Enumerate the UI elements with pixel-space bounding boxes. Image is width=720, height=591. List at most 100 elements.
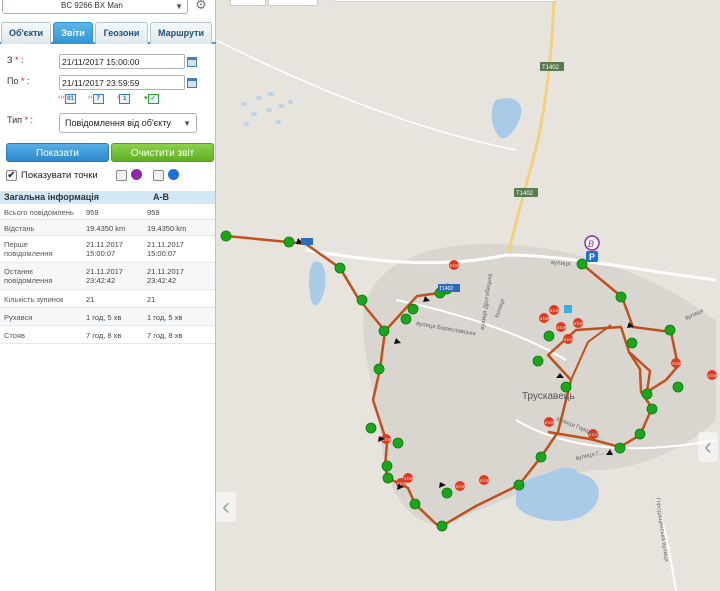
type-label-wrap: Тип * : (7, 115, 34, 125)
map-control[interactable] (230, 0, 266, 6)
quick-range-week-icon: 7 (92, 94, 104, 104)
table-row: Останнє повідомлення 21.11.2017 23:42:42… (0, 263, 215, 290)
gear-icon[interactable]: ⚙ (193, 0, 209, 13)
row-ab: 21 (147, 295, 156, 304)
stop-text: STOP (540, 317, 550, 321)
row-label: Рухався (4, 313, 33, 322)
clear-report-button[interactable]: Очистити звіт (111, 143, 214, 162)
from-date-input[interactable] (59, 54, 185, 69)
chevron-down-icon: ▼ (175, 2, 183, 11)
stop-text: STOP (672, 362, 682, 366)
row-label: Кількість зупинок (4, 295, 64, 304)
row-label: Останнє повідомлення (4, 267, 53, 285)
table-row: Відстань 19.4350 km 19.4350 km (0, 220, 215, 236)
map-canvas: STOP STOP STOP STOP STOP STOP STOP STOP … (216, 0, 718, 591)
table-row: Перше повідомлення 21.11.2017 15:00:07 2… (0, 236, 215, 263)
quick-range-day[interactable]: ‹ 1 (117, 94, 131, 106)
tab-routes[interactable]: Маршрути (150, 22, 212, 44)
row-value: 21.11.2017 23:42:42 (86, 267, 123, 285)
color-a-checkbox[interactable] (116, 170, 127, 181)
summary-header: Загальна інформація A-B (0, 191, 215, 204)
road-label: T1402 (516, 191, 534, 197)
road-label: T1402 (439, 286, 453, 292)
street (216, 39, 517, 151)
vehicle-value: BC 9266 BX Man (61, 1, 123, 10)
small-ponds (241, 92, 293, 126)
tab-objects[interactable]: Об'єкти (1, 22, 51, 44)
chevron-down-icon: ▼ (183, 119, 191, 128)
row-ab: 21.11.2017 15:00:07 (147, 240, 184, 258)
color-b-dot[interactable] (168, 169, 179, 180)
quick-range-today[interactable]: ‹‹‹ 01 (58, 94, 76, 106)
summary-header-ab: A-B (153, 192, 169, 202)
table-row: Рухався 1 год, 5 хв 1 год, 5 хв (0, 308, 215, 326)
row-ab: 21.11.2017 23:42:42 (147, 267, 184, 285)
row-label: Всього повідомлень (4, 208, 74, 217)
summary-rows: Всього повідомлень 959 959 Відстань 19.4… (0, 204, 215, 344)
report-panel: BC 9266 BX Man ▼ ⚙ Об'єкти Звіти Геозони… (0, 0, 216, 591)
stop-marker: STOP (707, 370, 718, 380)
row-value: 7 год, 8 хв (86, 331, 122, 340)
street-label: Городищенська вулиця (654, 497, 669, 562)
row-ab: 959 (147, 208, 160, 217)
row-label: Перше повідомлення (4, 240, 53, 258)
report-type-value: Повідомлення від об'єкту (65, 118, 172, 128)
to-label-wrap: По * : (7, 76, 30, 86)
row-ab: 19.4350 km (147, 224, 187, 233)
pond (309, 261, 326, 306)
row-value: 19.4350 km (86, 224, 126, 233)
stop-text: STOP (708, 374, 718, 378)
marker-b-text: B (588, 239, 594, 249)
chevron-left-icon[interactable]: ‹ (698, 432, 718, 462)
map-view[interactable]: STOP STOP STOP STOP STOP STOP STOP STOP … (216, 0, 720, 591)
poi-icon (564, 305, 572, 313)
from-label-wrap: З * : (7, 55, 24, 65)
map-control[interactable] (268, 0, 318, 6)
show-button[interactable]: Показати (6, 143, 109, 162)
vehicle-select[interactable]: BC 9266 BX Man ▼ (2, 0, 188, 14)
row-value: 959 (86, 208, 99, 217)
show-points-checkbox[interactable]: ✔ (6, 170, 17, 181)
stop-text: STOP (450, 264, 460, 268)
stop-text: STOP (456, 485, 466, 489)
stop-text: STOP (404, 477, 414, 481)
row-value: 21.11.2017 15:00:07 (86, 240, 123, 258)
to-date-input[interactable] (59, 75, 185, 90)
quick-range-confirm[interactable]: ▾ ✓ (144, 94, 159, 106)
summary-header-title: Загальна інформація (4, 192, 99, 202)
row-label: Стояв (4, 331, 25, 340)
row-ab: 1 год, 5 хв (147, 313, 183, 322)
to-label: По (7, 76, 19, 86)
report-type-select[interactable]: Повідомлення від об'єкту ▼ (59, 113, 197, 133)
row-ab: 7 год, 8 хв (147, 331, 183, 340)
table-row: Кількість зупинок 21 21 (0, 290, 215, 308)
tab-geozones[interactable]: Геозони (95, 22, 148, 44)
summary-table: Загальна інформація A-B Всього повідомле… (0, 191, 215, 344)
city-label: Трускавець (522, 391, 575, 402)
row-value: 1 год, 5 хв (86, 313, 122, 322)
check-icon: ✓ (147, 94, 159, 104)
end-marker: B P (584, 235, 600, 262)
calendar-icon[interactable] (187, 78, 197, 88)
tab-bar: Об'єкти Звіти Геозони Маршрути (0, 22, 216, 44)
quick-range-today-icon: 01 (65, 94, 76, 104)
color-b-checkbox[interactable] (153, 170, 164, 181)
type-label: Тип (7, 115, 23, 125)
row-value: 21 (86, 295, 95, 304)
stop-text: STOP (564, 338, 574, 342)
stop-text: STOP (550, 309, 560, 313)
calendar-icon[interactable] (187, 57, 197, 67)
road-label: T1402 (542, 65, 560, 71)
stop-text: STOP (557, 326, 567, 330)
from-label: З (7, 55, 13, 65)
stop-text: STOP (574, 322, 584, 326)
chevron-left-icon[interactable]: ‹ (216, 492, 236, 522)
map-search-bar[interactable] (334, 0, 556, 2)
quick-range-week[interactable]: ‹‹ 7 (88, 94, 104, 106)
stop-text: STOP (545, 421, 555, 425)
quick-range-day-icon: 1 (119, 94, 131, 104)
row-label: Відстань (4, 224, 35, 233)
color-a-dot[interactable] (131, 169, 142, 180)
table-row: Всього повідомлень 959 959 (0, 204, 215, 220)
tab-reports[interactable]: Звіти (53, 22, 93, 44)
